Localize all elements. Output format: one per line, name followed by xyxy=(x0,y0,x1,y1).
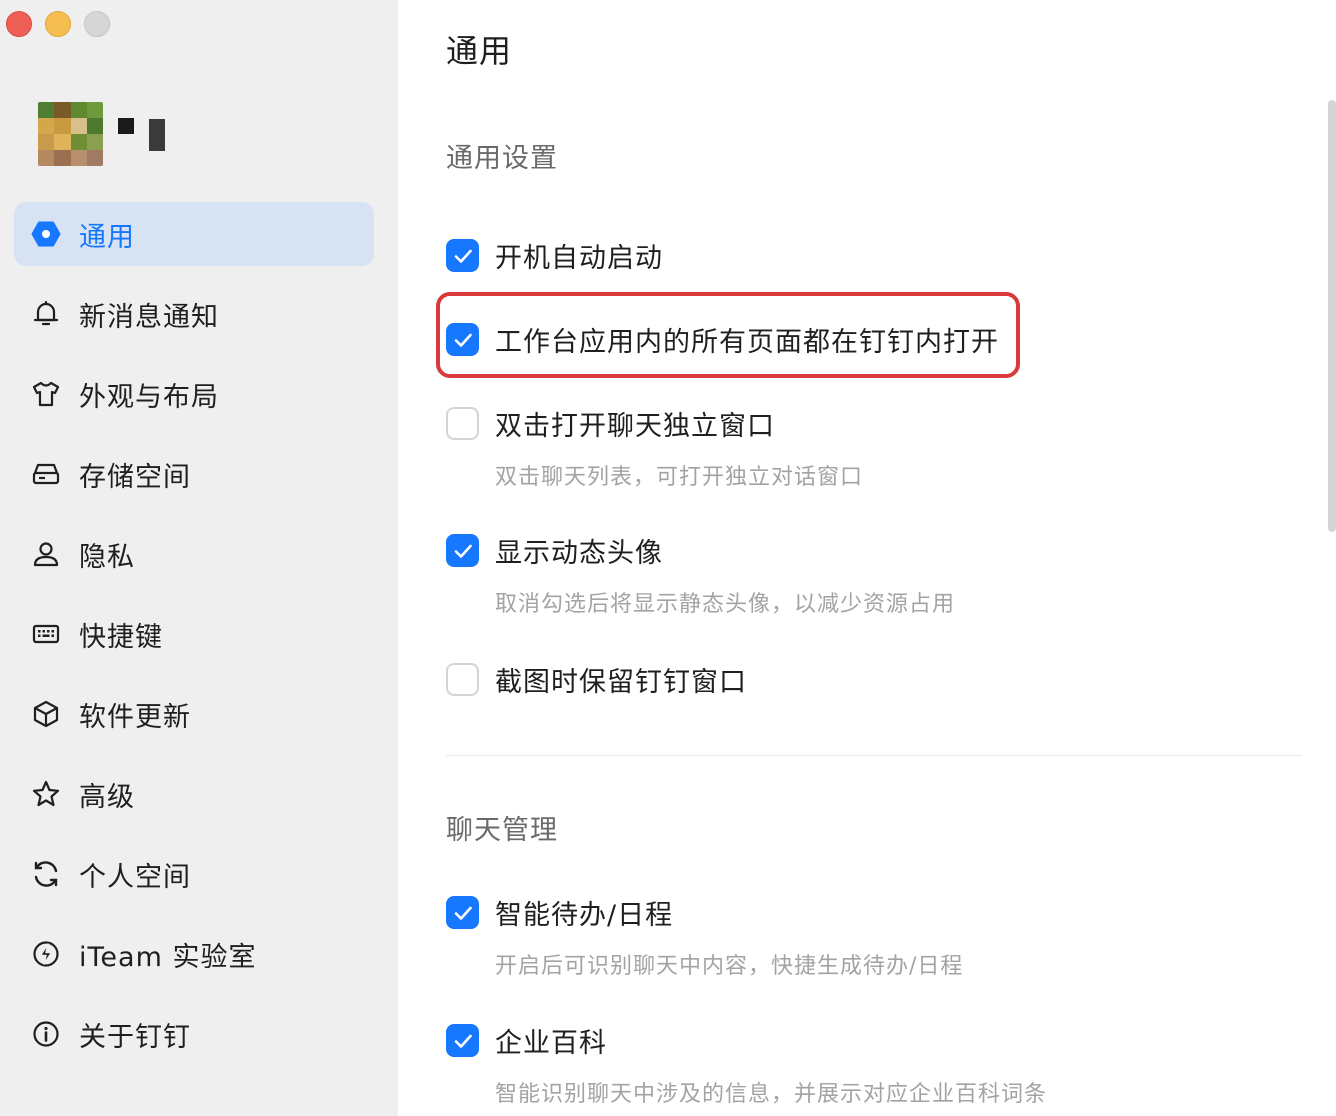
option-label: 双击打开聊天独立窗口 xyxy=(495,411,775,442)
sidebar-item-label: 隐私 xyxy=(79,541,135,573)
sidebar-item-shortcuts[interactable]: 快捷键 xyxy=(14,602,374,666)
minimize-window-button[interactable] xyxy=(45,11,71,37)
section-title-chat-management: 聊天管理 xyxy=(446,815,558,846)
checkmark-icon xyxy=(454,1034,472,1048)
enterprise-wiki-checkbox[interactable] xyxy=(446,1024,479,1057)
sidebar-item-iteam-lab[interactable]: iTeam 实验室 xyxy=(14,922,374,986)
option-auto-start: 开机自动启动 xyxy=(446,236,663,275)
cube-icon xyxy=(31,699,61,729)
sidebar-item-advanced[interactable]: 高级 xyxy=(14,762,374,826)
sidebar-item-privacy[interactable]: 隐私 xyxy=(14,522,374,586)
option-description: 开启后可识别聊天中内容，快捷生成待办/日程 xyxy=(495,954,964,979)
sidebar-item-general[interactable]: 通用 xyxy=(14,202,374,266)
sidebar-item-label: 外观与布局 xyxy=(79,381,219,413)
section-divider xyxy=(446,755,1302,756)
info-circle-icon xyxy=(31,1019,61,1049)
storage-drive-icon xyxy=(31,459,61,489)
highlight-annotation-box xyxy=(436,292,1020,378)
dynamic-avatar-checkbox[interactable] xyxy=(446,534,479,567)
sidebar-item-storage[interactable]: 存储空间 xyxy=(14,442,374,506)
refresh-circle-icon xyxy=(31,859,61,889)
keyboard-icon xyxy=(31,619,61,649)
user-name-redacted xyxy=(118,118,165,151)
option-label: 显示动态头像 xyxy=(495,538,663,569)
lightning-circle-icon xyxy=(31,939,61,969)
bell-icon xyxy=(31,299,61,329)
option-keep-window-screenshot: 截图时保留钉钉窗口 xyxy=(446,660,747,699)
option-enterprise-wiki: 企业百科 智能识别聊天中涉及的信息，并展示对应企业百科词条 xyxy=(446,1021,1047,1108)
sidebar-item-label: iTeam 实验室 xyxy=(79,941,257,973)
shirt-icon xyxy=(31,379,61,409)
option-label: 企业百科 xyxy=(495,1028,607,1059)
sidebar-item-about[interactable]: 关于钉钉 xyxy=(14,1002,374,1066)
close-window-button[interactable] xyxy=(6,11,32,37)
checkmark-icon xyxy=(454,906,472,920)
keep-window-screenshot-checkbox[interactable] xyxy=(446,663,479,696)
avatar[interactable] xyxy=(38,102,103,166)
double-click-chat-checkbox[interactable] xyxy=(446,407,479,440)
sidebar-item-notifications[interactable]: 新消息通知 xyxy=(14,282,374,346)
page-title: 通用 xyxy=(446,32,513,70)
sidebar-item-personal-space[interactable]: 个人空间 xyxy=(14,842,374,906)
sidebar-nav: 通用 新消息通知 外观与布局 存储空间 隐私 快捷键 软件更新 高级 个人空间 … xyxy=(14,202,374,1082)
section-title-general-settings: 通用设置 xyxy=(446,143,558,174)
sidebar-item-label: 软件更新 xyxy=(79,701,191,733)
sidebar-item-updates[interactable]: 软件更新 xyxy=(14,682,374,746)
option-label: 截图时保留钉钉窗口 xyxy=(495,667,747,698)
checkmark-icon xyxy=(454,249,472,263)
sidebar-item-label: 新消息通知 xyxy=(79,301,219,333)
sidebar-item-label: 关于钉钉 xyxy=(79,1021,191,1053)
settings-window: 通用 新消息通知 外观与布局 存储空间 隐私 快捷键 软件更新 高级 个人空间 … xyxy=(0,0,1336,1116)
checkmark-icon xyxy=(454,544,472,558)
sidebar: 通用 新消息通知 外观与布局 存储空间 隐私 快捷键 软件更新 高级 个人空间 … xyxy=(0,0,398,1116)
sidebar-item-label: 通用 xyxy=(79,221,135,253)
option-dynamic-avatar: 显示动态头像 取消勾选后将显示静态头像，以减少资源占用 xyxy=(446,531,955,618)
option-description: 智能识别聊天中涉及的信息，并展示对应企业百科词条 xyxy=(495,1082,1048,1107)
sidebar-item-appearance[interactable]: 外观与布局 xyxy=(14,362,374,426)
sidebar-item-label: 快捷键 xyxy=(79,621,163,653)
settings-content: 通用 通用设置 开机自动启动 工作台应用内的所有页面都在钉钉内打开 双击打开聊天… xyxy=(398,0,1336,1116)
star-icon xyxy=(31,779,61,809)
scrollbar[interactable] xyxy=(1328,100,1336,532)
option-description: 双击聊天列表，可打开独立对话窗口 xyxy=(495,465,864,490)
sidebar-item-label: 个人空间 xyxy=(79,861,191,893)
settings-hexagon-icon xyxy=(31,219,61,249)
option-description: 取消勾选后将显示静态头像，以减少资源占用 xyxy=(495,592,956,617)
option-smart-todo-schedule: 智能待办/日程 开启后可识别聊天中内容，快捷生成待办/日程 xyxy=(446,893,963,980)
smart-todo-checkbox[interactable] xyxy=(446,896,479,929)
window-controls xyxy=(6,11,110,37)
auto-start-checkbox[interactable] xyxy=(446,239,479,272)
sidebar-item-label: 存储空间 xyxy=(79,461,191,493)
person-icon xyxy=(31,539,61,569)
option-double-click-chat-window: 双击打开聊天独立窗口 双击聊天列表，可打开独立对话窗口 xyxy=(446,404,863,491)
maximize-window-button[interactable] xyxy=(84,11,110,37)
option-label: 开机自动启动 xyxy=(495,243,663,274)
sidebar-item-label: 高级 xyxy=(79,781,135,813)
option-label: 智能待办/日程 xyxy=(495,900,674,931)
